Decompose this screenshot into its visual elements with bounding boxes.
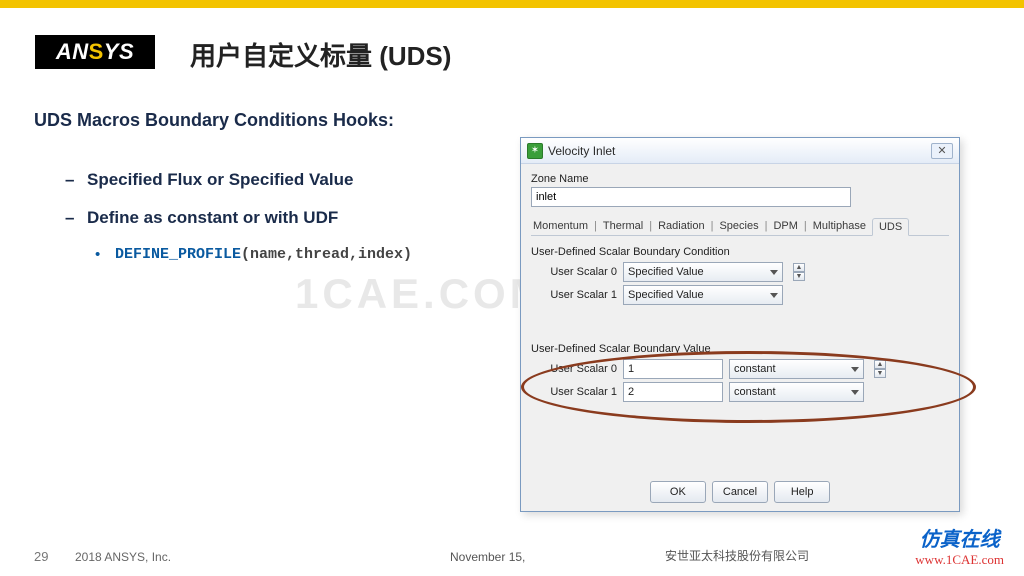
dialog-titlebar[interactable]: ✶ Velocity Inlet ✕ <box>521 138 959 164</box>
value-input-0[interactable]: 1 <box>623 359 723 379</box>
bullet-text: Specified Flux or Specified Value <box>87 170 353 190</box>
code-macro: DEFINE_PROFILE(name,thread,index) <box>115 246 412 263</box>
help-button[interactable]: Help <box>774 481 830 503</box>
dialog-button-row: OK Cancel Help <box>521 481 959 503</box>
row-label: User Scalar 1 <box>545 289 617 301</box>
date-text: November 15, <box>450 550 525 564</box>
bullet-text: Define as constant or with UDF <box>87 208 338 228</box>
zone-name-label: Zone Name <box>531 173 949 185</box>
sub-bullet-item: • DEFINE_PROFILE(name,thread,index) <box>95 246 485 263</box>
boundary-value-label: User-Defined Scalar Boundary Value <box>531 343 949 355</box>
ok-button[interactable]: OK <box>650 481 706 503</box>
tab-species[interactable]: Species <box>717 217 760 235</box>
chevron-down-icon <box>770 270 778 275</box>
slide-number: 29 <box>34 549 48 564</box>
ansys-logo: ANSYS <box>35 35 155 69</box>
dropdown-value: constant <box>734 363 776 375</box>
row-label: User Scalar 0 <box>545 363 617 375</box>
spinner[interactable]: ▲▼ <box>793 263 805 281</box>
dot-marker: • <box>95 246 115 263</box>
val-row: User Scalar 0 1 constant ▲▼ <box>545 359 949 379</box>
bc-row: User Scalar 0 Specified Value ▲▼ <box>545 262 949 282</box>
tab-momentum[interactable]: Momentum <box>531 217 590 235</box>
dropdown-value: Specified Value <box>628 289 704 301</box>
dropdown-value: Specified Value <box>628 266 704 278</box>
val-row: User Scalar 1 2 constant <box>545 382 949 402</box>
dialog-body: Zone Name Momentum| Thermal| Radiation| … <box>521 164 959 413</box>
dialog-title-text: Velocity Inlet <box>548 144 615 158</box>
chevron-down-icon <box>770 293 778 298</box>
bullet-list: – Specified Flux or Specified Value – De… <box>65 170 485 263</box>
chevron-down-icon <box>851 367 859 372</box>
slide-title: 用户自定义标量 (UDS) <box>190 36 451 73</box>
chevron-down-icon <box>851 390 859 395</box>
dash-marker: – <box>65 208 87 228</box>
value-input-1[interactable]: 2 <box>623 382 723 402</box>
bc-row: User Scalar 1 Specified Value <box>545 285 949 305</box>
logo-text: ANSYS <box>56 39 134 65</box>
close-icon[interactable]: ✕ <box>931 143 953 159</box>
background-watermark: 1CAE.COM <box>295 270 549 318</box>
tab-bar: Momentum| Thermal| Radiation| Species| D… <box>531 217 949 236</box>
bullet-item: – Define as constant or with UDF <box>65 208 485 228</box>
mode-dropdown-0[interactable]: constant <box>729 359 864 379</box>
tab-multiphase[interactable]: Multiphase <box>811 217 868 235</box>
row-label: User Scalar 1 <box>545 386 617 398</box>
macro-args: (name,thread,index) <box>241 246 412 263</box>
copyright-text: 2018 ANSYS, Inc. <box>75 550 171 564</box>
cancel-button[interactable]: Cancel <box>712 481 768 503</box>
bc-dropdown-1[interactable]: Specified Value <box>623 285 783 305</box>
row-label: User Scalar 0 <box>545 266 617 278</box>
section-heading: UDS Macros Boundary Conditions Hooks: <box>34 110 394 131</box>
zone-name-input[interactable] <box>531 187 851 207</box>
tab-uds[interactable]: UDS <box>872 218 909 236</box>
velocity-inlet-dialog: ✶ Velocity Inlet ✕ Zone Name Momentum| T… <box>520 137 960 512</box>
tab-thermal[interactable]: Thermal <box>601 217 645 235</box>
spinner[interactable]: ▲▼ <box>874 360 886 378</box>
tab-radiation[interactable]: Radiation <box>656 217 706 235</box>
bullet-item: – Specified Flux or Specified Value <box>65 170 485 190</box>
macro-name: DEFINE_PROFILE <box>115 246 241 263</box>
top-accent-bar <box>0 0 1024 8</box>
boundary-condition-label: User-Defined Scalar Boundary Condition <box>531 246 949 258</box>
dash-marker: – <box>65 170 87 190</box>
watermark-logo: 仿真在线 www.1CAE.com <box>915 523 1004 568</box>
company-text: 安世亚太科技股份有限公司 <box>665 547 809 564</box>
app-icon: ✶ <box>527 143 543 159</box>
tab-dpm[interactable]: DPM <box>771 217 799 235</box>
dropdown-value: constant <box>734 386 776 398</box>
watermark-url: www.1CAE.com <box>915 552 1004 568</box>
mode-dropdown-1[interactable]: constant <box>729 382 864 402</box>
watermark-cn: 仿真在线 <box>915 523 1004 552</box>
bc-dropdown-0[interactable]: Specified Value <box>623 262 783 282</box>
